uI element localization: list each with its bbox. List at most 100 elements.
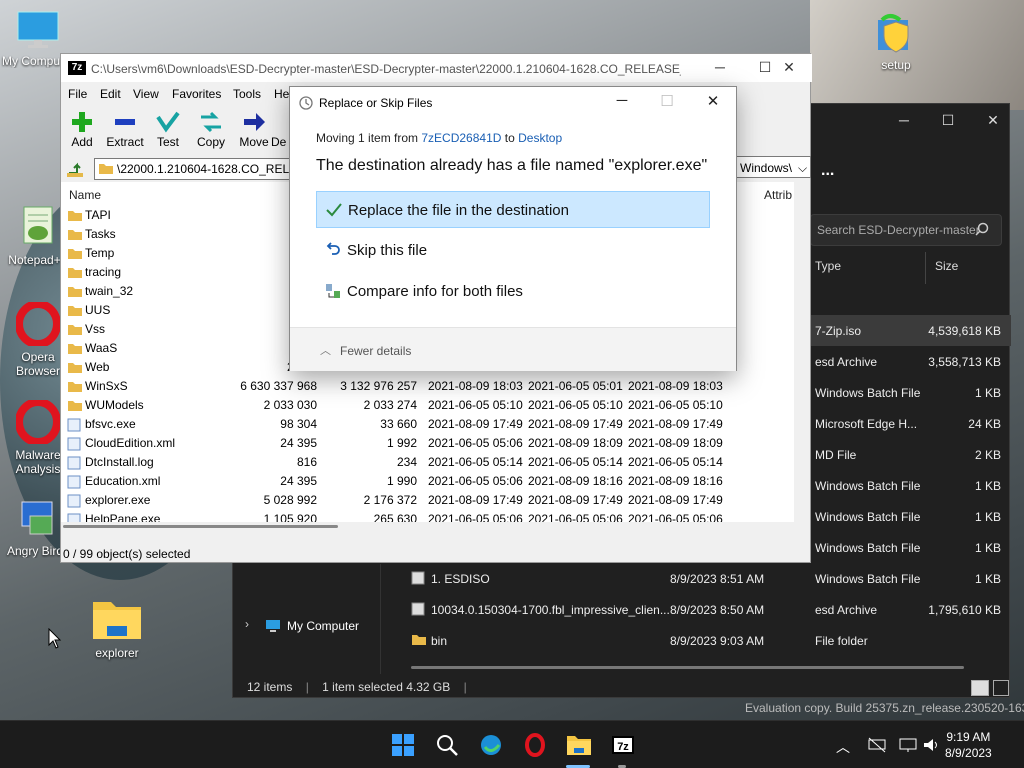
chevron-right-icon[interactable]: › [245, 617, 249, 631]
cell-accessed: 2021-08-09 18:03 [628, 379, 723, 393]
title-bar: 7z C:\Users\vm6\Downloads\ESD-Decrypter-… [61, 54, 812, 82]
minimize-button[interactable]: ─ [881, 112, 927, 128]
menu-favorites[interactable]: Favorites [172, 87, 221, 101]
list-item[interactable]: DtcInstall.log 816 234 2021-06-05 05:14 2021… [61, 453, 794, 472]
folder-icon [411, 633, 427, 649]
column-header-attributes[interactable]: Attrib [764, 188, 792, 202]
delete-button[interactable]: De [271, 109, 291, 149]
column-header-name[interactable]: Name [69, 188, 101, 202]
start-windows-icon[interactable] [389, 731, 417, 759]
column-header-size[interactable]: Size [935, 259, 958, 273]
replace-option[interactable]: Replace the file in the destination [316, 191, 710, 228]
fewer-details-button[interactable]: Fewer details [340, 344, 411, 358]
cell-size: 1,795,610 KB [928, 603, 1001, 617]
list-item[interactable]: explorer.exe 5 028 992 2 176 372 2021-08-09… [61, 491, 794, 510]
details-view-button[interactable] [971, 680, 989, 696]
cell-type: Windows Batch File [815, 510, 921, 524]
compare-icon [324, 282, 342, 300]
chevron-up-icon[interactable]: ︿ [320, 342, 331, 358]
cell-size: 1 KB [974, 386, 1001, 400]
replace-or-skip-dialog[interactable]: Replace or Skip Files ─ ☐ ✕ Moving 1 ite… [289, 86, 737, 371]
edge-browser-icon[interactable] [477, 731, 505, 759]
up-folder-icon[interactable] [66, 159, 86, 182]
close-button[interactable]: ✕ [690, 92, 736, 110]
menu-tools[interactable]: Tools [233, 87, 261, 101]
folder-icon [67, 399, 83, 415]
column-header-type[interactable]: Type [815, 259, 841, 273]
cell-size: 4,539,618 KB [928, 324, 1001, 338]
source-link[interactable]: 7zECD26841D [421, 131, 501, 145]
menu-view[interactable]: View [133, 87, 159, 101]
close-button[interactable]: ✕ [766, 59, 812, 76]
system-clock[interactable]: 9:19 AM 8/9/2023 [945, 729, 992, 761]
cell-packed: 2 176 372 [363, 493, 417, 507]
desktop-icon-explorer[interactable]: explorer [79, 596, 155, 660]
cell-name: WinSxS [85, 379, 128, 393]
minimize-button[interactable]: ─ [599, 92, 645, 109]
minimize-button[interactable]: ─ [697, 59, 743, 75]
list-item[interactable]: bfsvc.exe 98 304 33 660 2021-08-09 17:49 202… [61, 415, 794, 434]
path-segment-dropdown[interactable]: Windows\ ⌵ [735, 156, 811, 178]
status-bar: 0 / 99 object(s) selected [63, 547, 191, 561]
vertical-scrollbar[interactable] [794, 182, 810, 522]
nav-item-my-computer[interactable]: My Computer [287, 619, 359, 633]
file-explorer-icon[interactable] [565, 731, 593, 759]
list-item[interactable]: Education.xml 24 395 1 990 2021-06-05 05:06… [61, 472, 794, 491]
list-item[interactable]: CloudEdition.xml 24 395 1 992 2021-06-05 05… [61, 434, 794, 453]
folder-icon [67, 209, 83, 225]
search-icon[interactable] [433, 731, 461, 759]
volume-icon[interactable] [922, 737, 940, 756]
file-icon [67, 418, 81, 435]
cell-name: Tasks [85, 227, 116, 241]
list-item[interactable]: HelpPane.exe 1 105 920 265 630 2021-06-05 0… [61, 510, 794, 522]
cell-type: Windows Batch File [815, 479, 921, 493]
7zip-taskbar-icon[interactable]: 7z [609, 731, 637, 759]
destination-link[interactable]: Desktop [518, 131, 562, 145]
cell-name: UUS [85, 303, 111, 317]
clock-date: 8/9/2023 [945, 746, 992, 760]
cell-name: bin [431, 634, 448, 648]
clock-time: 9:19 AM [946, 730, 991, 744]
menu-edit[interactable]: Edit [100, 87, 121, 101]
maximize-button[interactable]: ☐ [925, 112, 971, 129]
list-item[interactable]: WinSxS 6 630 337 968 3 132 976 257 2021-08-… [61, 377, 794, 396]
file-icon [411, 602, 425, 619]
app-icon [18, 496, 58, 540]
skip-option[interactable]: Skip this file [316, 232, 710, 269]
cell-type: File folder [815, 634, 868, 648]
network-off-icon[interactable] [868, 737, 886, 756]
compare-option[interactable]: Compare info for both files [316, 273, 710, 310]
menu-file[interactable]: File [68, 87, 87, 101]
cell-size: 816 [296, 455, 317, 469]
list-item[interactable]: WUModels 2 033 030 2 033 274 2021-06-05 05:… [61, 396, 794, 415]
cell-date: 8/9/2023 8:50 AM [670, 603, 765, 617]
menu-help[interactable]: He [274, 87, 289, 101]
opera-browser-icon[interactable] [521, 731, 549, 759]
cell-created: 2021-08-09 17:49 [528, 493, 623, 507]
cell-type: 7-Zip.iso [815, 324, 862, 338]
cell-name: DtcInstall.log [85, 455, 154, 469]
more-options-button[interactable]: ... [821, 162, 834, 180]
cell-created: 2021-08-09 18:16 [528, 474, 623, 488]
desktop-icon-label: explorer [95, 646, 139, 660]
moving-info: Moving 1 item from 7zECD26841D to Deskto… [316, 131, 563, 145]
dialog-footer: ︿ Fewer details [290, 327, 736, 371]
cell-size: 24 KB [968, 417, 1001, 431]
cell-size: 1 KB [974, 541, 1001, 555]
item-count: 12 items [247, 680, 293, 694]
cell-packed: 265 630 [373, 512, 417, 522]
horizontal-scrollbar[interactable] [411, 666, 964, 669]
file-icon [67, 456, 81, 473]
close-button[interactable]: ✕ [970, 112, 1016, 129]
cell-name: CloudEdition.xml [85, 436, 176, 450]
cell-type: Microsoft Edge H... [815, 417, 918, 431]
cell-type: esd Archive [815, 355, 878, 369]
chevron-up-icon[interactable]: ︿ [836, 737, 850, 757]
check-icon [325, 201, 343, 219]
display-icon[interactable] [899, 737, 917, 756]
horizontal-scrollbar[interactable] [61, 522, 794, 532]
tiles-view-button[interactable] [993, 680, 1009, 696]
mouse-cursor-icon [48, 627, 62, 653]
desktop-icon-setup[interactable]: setup [858, 12, 934, 72]
search-input[interactable]: Search ESD-Decrypter-master [810, 214, 1002, 246]
